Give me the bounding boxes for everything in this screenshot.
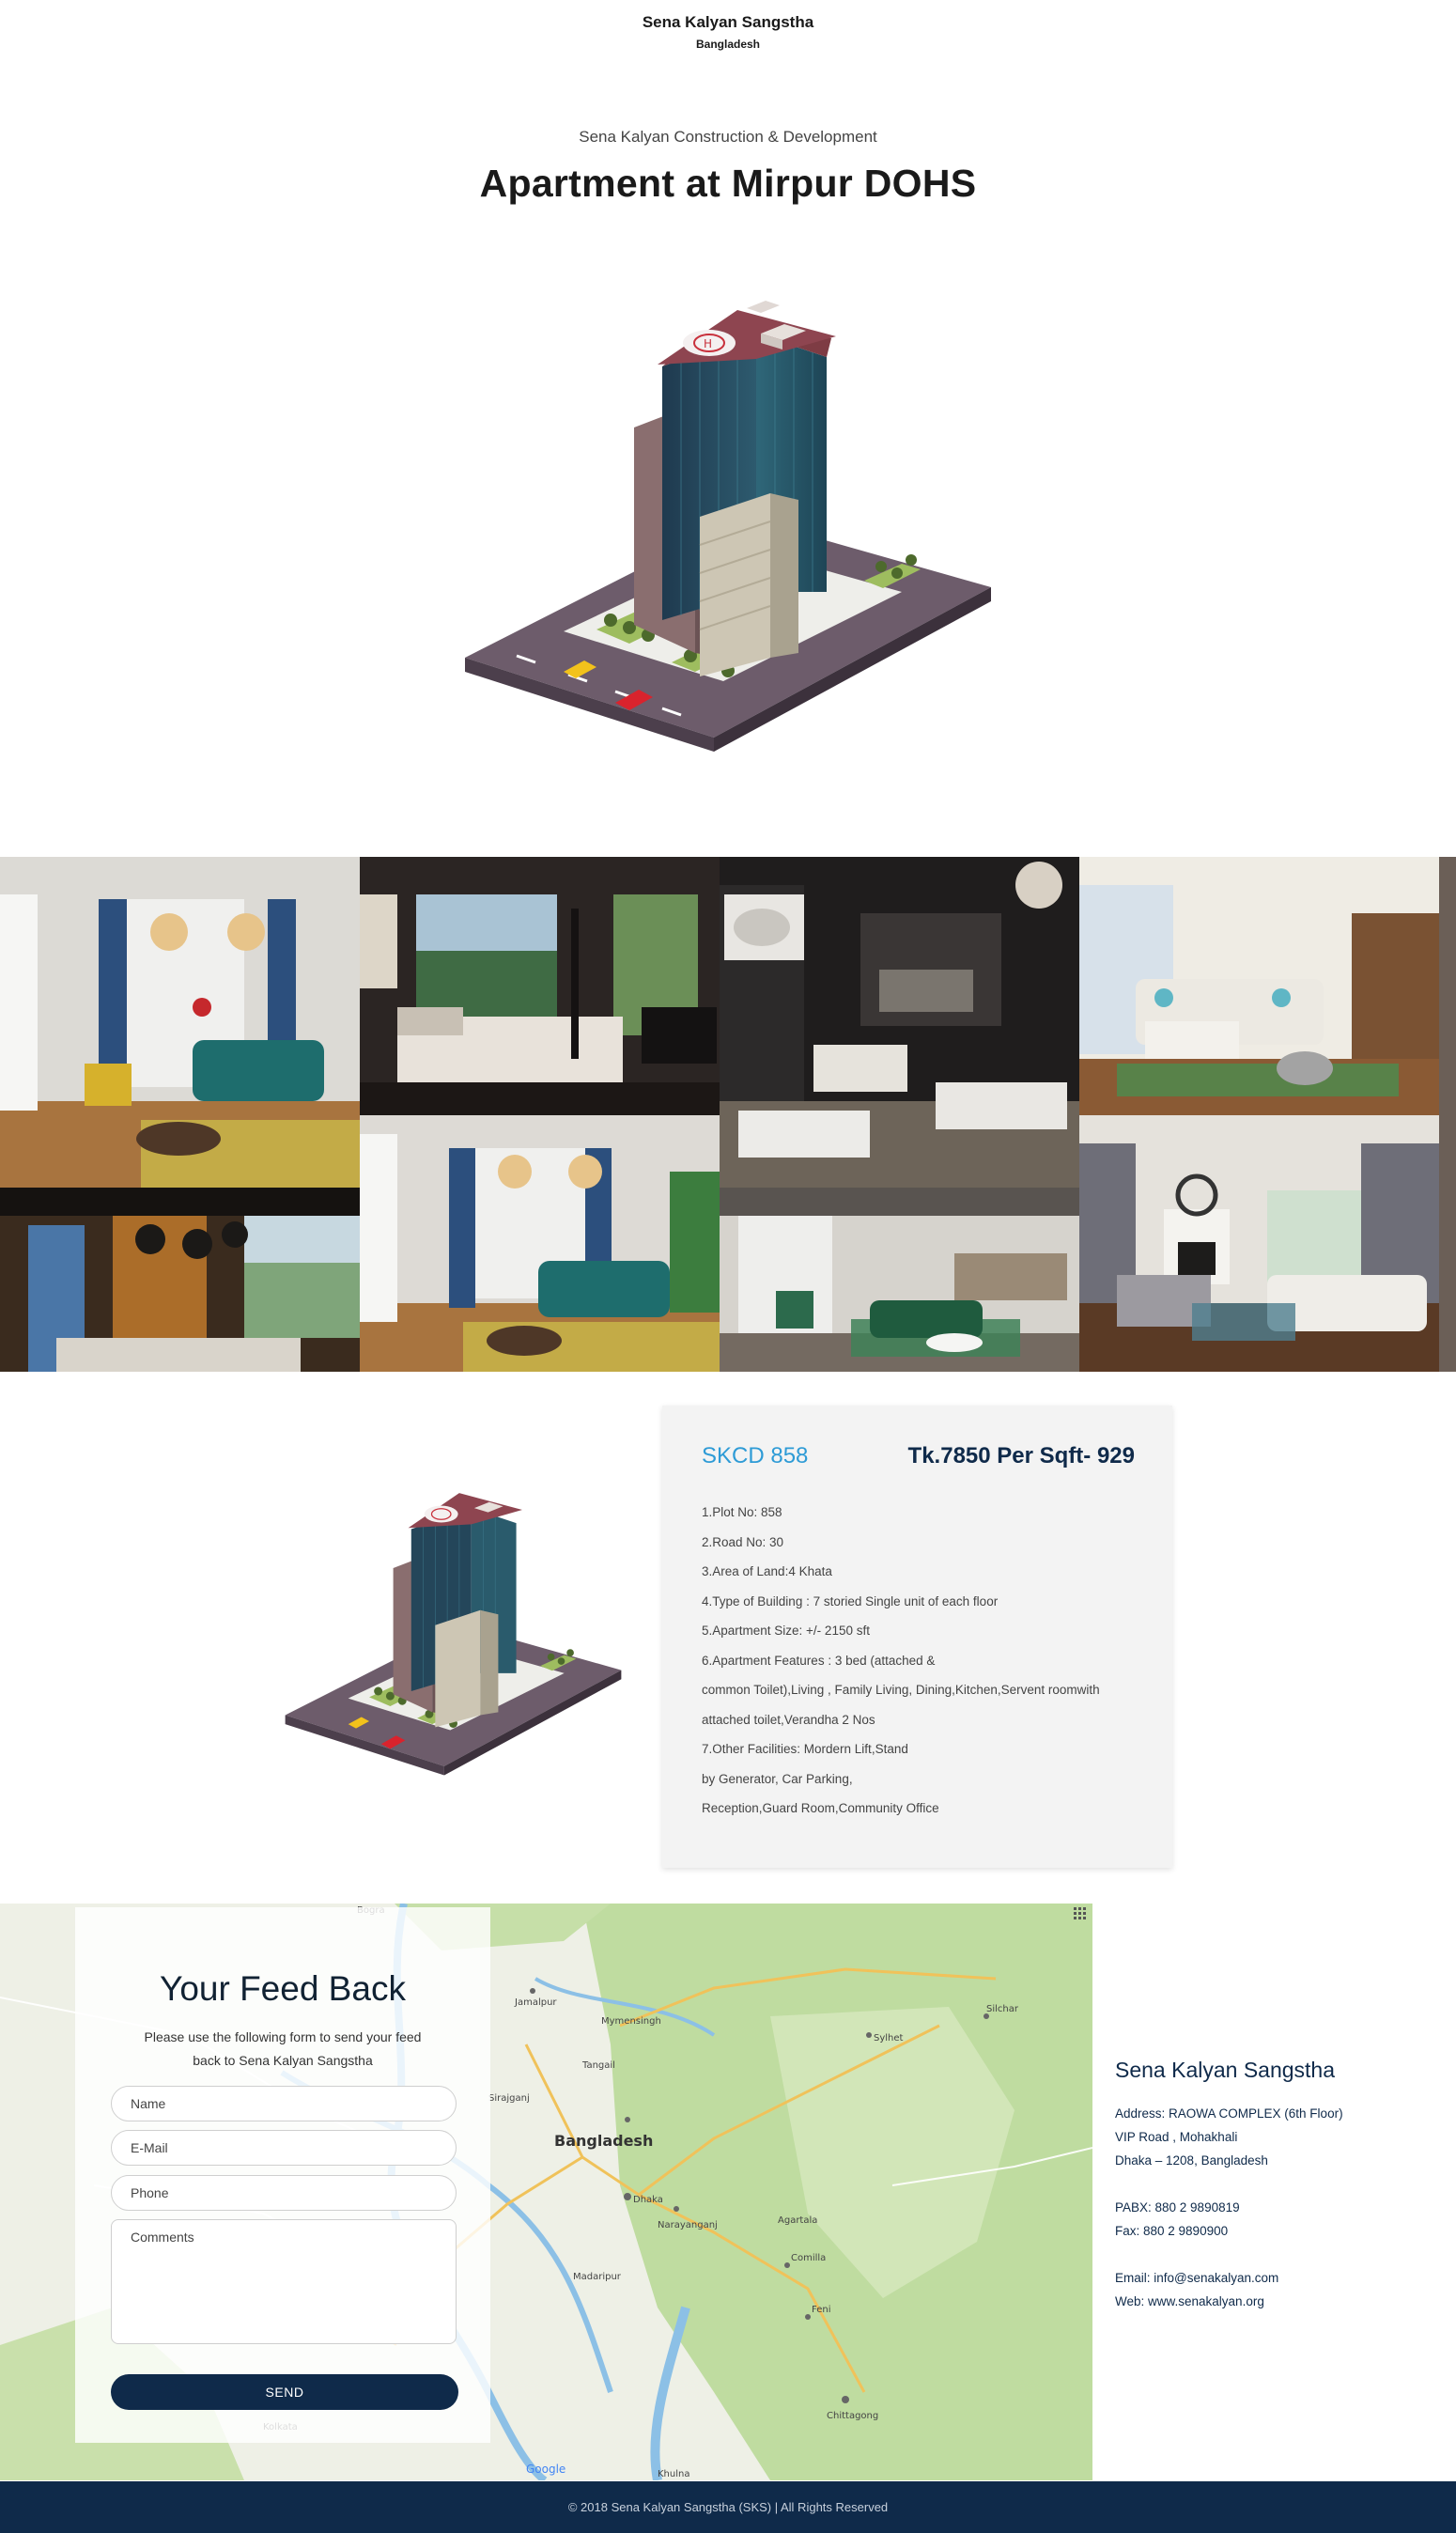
svg-text:Dhaka: Dhaka — [633, 2195, 663, 2205]
building-illustration-small — [285, 1493, 622, 1776]
gallery-photo-dining[interactable] — [0, 857, 360, 1188]
site-header: Sena Kalyan Sangstha Bangladesh — [0, 13, 1456, 51]
detail-item: 4.Type of Building : 7 storied Single un… — [702, 1593, 999, 1608]
contact-address-line: Dhaka – 1208, Bangladesh — [1115, 2153, 1268, 2168]
listing-card: SKCD 858 Tk.7850 Per Sqft- 929 1.Plot No… — [662, 1406, 1172, 1868]
name-input[interactable] — [111, 2086, 457, 2121]
detail-item: 3.Area of Land:4 Khata — [702, 1564, 832, 1578]
gallery-photo-dark-living[interactable] — [720, 857, 1079, 1188]
svg-text:H: H — [704, 337, 712, 350]
detail-item: 2.Road No: 30 — [702, 1534, 784, 1549]
gallery-photo-dining-2[interactable] — [360, 1115, 720, 1372]
detail-item: 5.Apartment Size: +/- 2150 sft — [702, 1624, 870, 1638]
gallery-edge-strip — [1439, 857, 1456, 1372]
listing-code: SKCD 858 — [702, 1443, 809, 1469]
svg-text:Google: Google — [526, 2463, 565, 2476]
contact-fax: Fax: 880 2 9890900 — [1115, 2224, 1229, 2238]
feedback-description: Please use the following form to send yo… — [144, 2029, 422, 2068]
gallery-photo-green-sofa[interactable] — [720, 1188, 1079, 1372]
footer-copyright: © 2018 Sena Kalyan Sangstha (SKS) | All … — [567, 2500, 889, 2514]
svg-text:Agartala: Agartala — [778, 2215, 817, 2226]
comments-textarea[interactable] — [111, 2219, 457, 2344]
photo-gallery — [0, 857, 1456, 1372]
company-country: Bangladesh — [695, 38, 760, 51]
detail-item: attached toilet,Verandha 2 Nos — [702, 1712, 875, 1727]
detail-item: common Toilet),Living , Family Living, D… — [702, 1683, 1100, 1697]
svg-text:Comilla: Comilla — [791, 2253, 826, 2263]
gallery-photo-fireplace-living[interactable] — [1079, 1115, 1439, 1372]
svg-text:Jamalpur: Jamalpur — [514, 1997, 557, 2008]
detail-item: 6.Apartment Features : 3 bed (attached & — [702, 1653, 936, 1668]
detail-item: 7.Other Facilities: Mordern Lift,Stand — [702, 1742, 908, 1756]
contact-address-line: Address: RAOWA COMPLEX (6th Floor) — [1115, 2106, 1343, 2121]
map-country-label: Bangladesh — [554, 2132, 653, 2150]
svg-text:Tangail: Tangail — [581, 2060, 615, 2071]
detail-item: 1.Plot No: 858 — [702, 1505, 782, 1519]
svg-text:Feni: Feni — [812, 2305, 830, 2315]
site-footer: © 2018 Sena Kalyan Sangstha (SKS) | All … — [0, 2481, 1456, 2533]
email-input[interactable] — [111, 2130, 457, 2166]
svg-text:Silchar: Silchar — [986, 2004, 1019, 2014]
map-fullscreen-icon[interactable] — [1074, 1907, 1087, 1920]
hero-subtitle: Sena Kalyan Construction & Development — [579, 128, 877, 146]
svg-text:Chittagong: Chittagong — [827, 2411, 878, 2421]
svg-text:Madaripur: Madaripur — [573, 2272, 622, 2282]
listing-price: Tk.7850 Per Sqft- 929 — [907, 1443, 1135, 1469]
phone-input[interactable] — [111, 2175, 457, 2211]
hero-title: Apartment at Mirpur DOHS — [479, 162, 977, 205]
contact-web[interactable]: Web: www.senakalyan.org — [1115, 2290, 1434, 2313]
contact-address-line: VIP Road , Mohakhali — [1115, 2130, 1238, 2144]
contact-company-name: Sena Kalyan Sangstha — [1115, 2058, 1336, 2082]
gallery-photo-pendant-dining[interactable] — [0, 1188, 360, 1372]
gallery-photo-bedroom[interactable] — [360, 857, 720, 1115]
detail-item: Reception,Guard Room,Community Office — [702, 1801, 939, 1815]
detail-item: by Generator, Car Parking, — [702, 1771, 853, 1786]
building-illustration: H — [465, 301, 991, 752]
svg-text:Mymensingh: Mymensingh — [601, 2016, 661, 2027]
svg-text:Sylhet: Sylhet — [874, 2033, 904, 2043]
svg-text:Narayanganj: Narayanganj — [658, 2220, 718, 2230]
feedback-title: Your Feed Back — [160, 1969, 406, 2008]
svg-text:Sirajganj: Sirajganj — [488, 2093, 530, 2104]
send-button[interactable]: SEND — [111, 2374, 458, 2410]
company-name[interactable]: Sena Kalyan Sangstha — [0, 13, 1456, 32]
gallery-photo-bright-living[interactable] — [1079, 857, 1439, 1115]
listing-details: 1.Plot No: 858 2.Road No: 30 3.Area of L… — [702, 1498, 1143, 1824]
contact-info: Sena Kalyan Sangstha Address: RAOWA COMP… — [1115, 2058, 1434, 2313]
svg-text:Khulna: Khulna — [658, 2469, 689, 2479]
contact-pabx: PABX: 880 2 9890819 — [1115, 2200, 1240, 2214]
contact-email[interactable]: Email: info@senakalyan.com — [1115, 2266, 1434, 2290]
